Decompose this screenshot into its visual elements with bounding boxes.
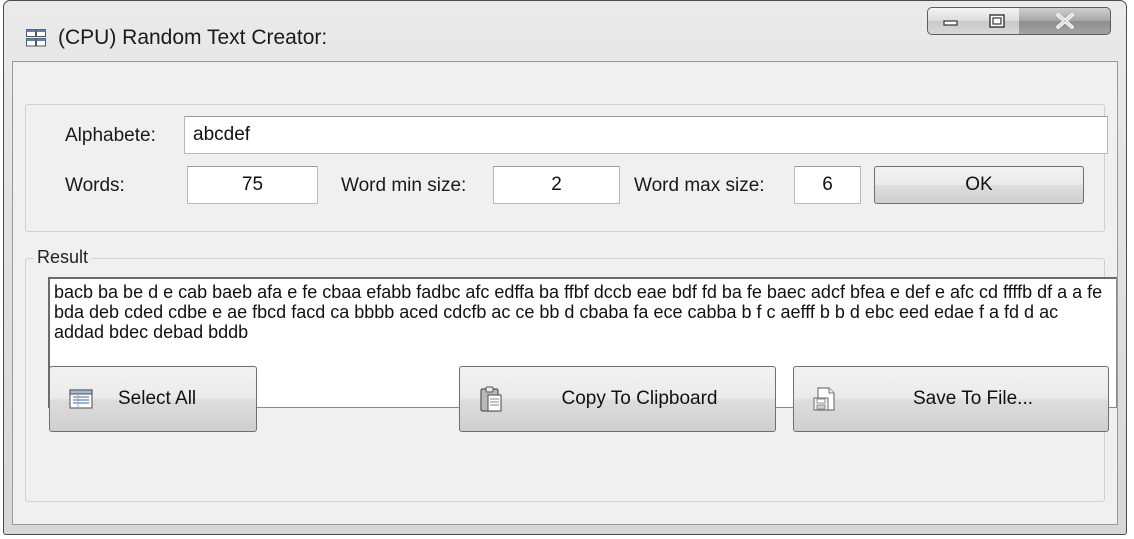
save-to-file-button[interactable]: Save To File... — [793, 366, 1109, 432]
copy-to-clipboard-button[interactable]: Copy To Clipboard — [459, 366, 776, 432]
word-max-size-label: Word max size: — [634, 175, 765, 196]
word-min-size-input[interactable] — [493, 166, 620, 204]
clipboard-icon — [480, 386, 502, 412]
app-window: (CPU) Random Text Creator: Result Alphab… — [3, 0, 1127, 535]
result-group-label: Result — [34, 247, 92, 268]
copy-to-clipboard-label: Copy To Clipboard — [561, 388, 718, 409]
select-all-button[interactable]: Select All — [49, 366, 257, 432]
minimize-button[interactable] — [927, 7, 975, 35]
alphabet-label: Alphabete: — [65, 125, 156, 146]
maximize-button[interactable] — [974, 7, 1020, 35]
window-title: (CPU) Random Text Creator: — [58, 26, 328, 49]
close-icon — [1055, 13, 1074, 29]
select-all-label: Select All — [118, 388, 197, 409]
words-input[interactable] — [187, 166, 318, 204]
save-file-icon — [813, 387, 835, 411]
word-min-size-label: Word min size: — [341, 175, 467, 196]
select-all-icon — [69, 389, 93, 409]
word-max-size-input[interactable] — [794, 166, 861, 204]
ok-button[interactable]: OK — [874, 166, 1084, 204]
title-bar[interactable]: (CPU) Random Text Creator: — [4, 1, 1126, 59]
maximize-icon — [988, 14, 1005, 28]
save-to-file-label: Save To File... — [912, 388, 1034, 409]
minimize-icon — [943, 20, 958, 26]
window-app-icon[interactable] — [26, 29, 46, 47]
ok-button-label: OK — [965, 174, 993, 195]
close-button[interactable] — [1019, 7, 1111, 35]
words-label: Words: — [65, 175, 125, 196]
alphabet-input[interactable] — [184, 116, 1108, 154]
